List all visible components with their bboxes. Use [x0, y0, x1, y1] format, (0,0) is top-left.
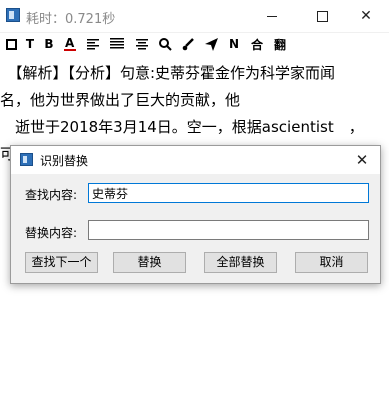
replace-dialog: 识别替换 ✕ 查找内容: 替换内容: 查找下一个 替换 全部替换 取消	[10, 145, 381, 284]
maximize-icon	[316, 10, 328, 22]
font-color-icon[interactable]: A	[61, 35, 79, 53]
align-justify-icon[interactable]	[108, 35, 126, 53]
find-label: 查找内容:	[25, 188, 78, 202]
lines-icon	[87, 39, 99, 50]
dialog-title: 识别替换	[40, 154, 89, 168]
dialog-app-icon	[20, 153, 33, 166]
replace-input[interactable]	[88, 220, 369, 240]
replace-button[interactable]: 替换	[113, 252, 186, 273]
svg-text:A: A	[65, 36, 75, 50]
align-left-icon[interactable]	[84, 35, 102, 53]
maximize-button[interactable]	[299, 0, 345, 32]
find-input[interactable]	[88, 183, 369, 203]
dialog-close-button[interactable]: ✕	[351, 149, 373, 171]
align-center-icon[interactable]	[133, 35, 151, 53]
toolbar: T B A N 合 翻	[0, 33, 389, 55]
border-icon[interactable]	[2, 35, 20, 53]
merge-icon[interactable]: 合	[248, 35, 266, 53]
bold-icon[interactable]: B	[40, 35, 58, 53]
search-icon[interactable]	[156, 35, 174, 53]
dialog-title-bar: 识别替换 ✕	[11, 146, 380, 174]
brush-icon[interactable]	[179, 35, 197, 53]
close-button[interactable]: ✕	[343, 0, 389, 32]
find-next-button[interactable]: 查找下一个	[25, 252, 98, 273]
close-icon: ✕	[355, 151, 369, 169]
square-icon	[5, 38, 17, 50]
editor-line: 【解析】【分析】句意:史蒂芬霍金作为科学家而闻	[0, 64, 336, 82]
font-color-a-icon: A	[64, 36, 76, 51]
replace-label: 替换内容:	[25, 226, 78, 240]
justify-icon	[110, 38, 124, 49]
cancel-button[interactable]: 取消	[295, 252, 368, 273]
minimize-icon	[267, 15, 277, 17]
minimize-button[interactable]	[249, 0, 295, 32]
translate-icon[interactable]: 翻	[271, 35, 289, 53]
close-icon: ✕	[360, 8, 372, 24]
window-title: 耗时：0.721秒	[26, 12, 116, 27]
magnifier-icon	[158, 37, 172, 51]
editor-line: 逝世于2018年3月14日。空一，根据ascientist ，	[0, 118, 364, 136]
window-title-bar: 耗时：0.721秒 ✕	[0, 0, 389, 33]
center-lines-icon	[136, 39, 148, 50]
paint-brush-icon	[182, 37, 194, 50]
app-icon	[6, 8, 20, 22]
replace-all-button[interactable]: 全部替换	[204, 252, 277, 273]
n-icon[interactable]: N	[225, 35, 243, 53]
editor-line: 名，他为世界做出了巨大的贡献，他	[0, 91, 241, 109]
text-icon[interactable]: T	[21, 35, 39, 53]
toolbar-gap	[201, 35, 219, 53]
